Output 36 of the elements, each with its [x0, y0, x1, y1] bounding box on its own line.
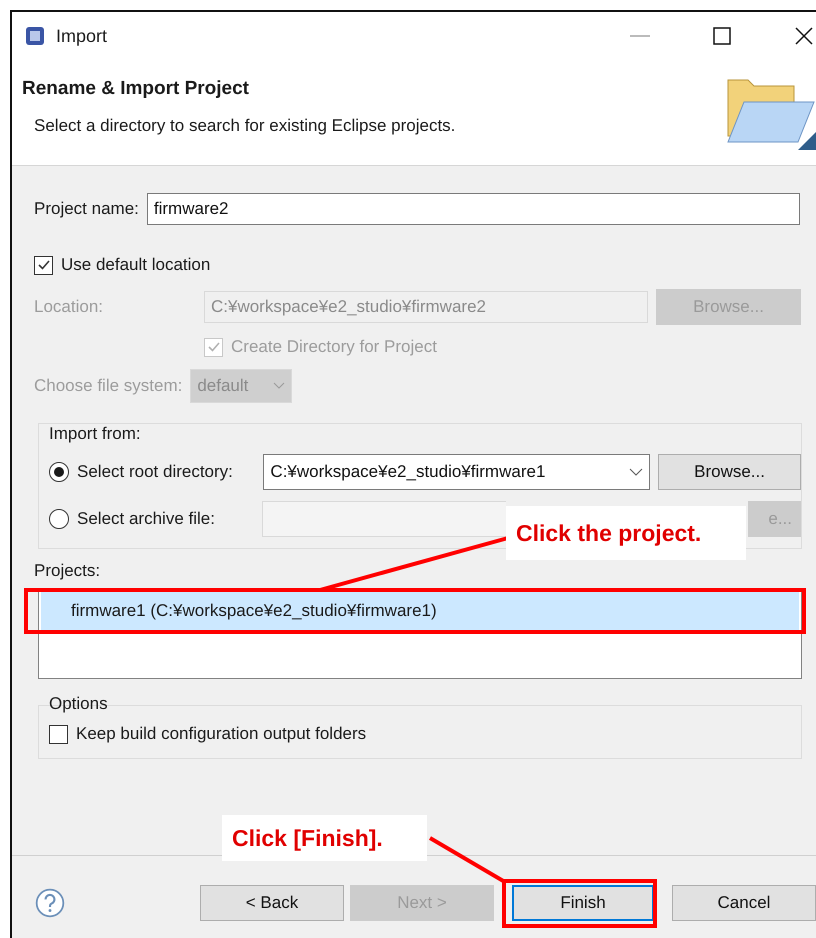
dropdown-value: C:¥workspace¥e2_studio¥firmware1 — [270, 462, 546, 482]
dialog-button[interactable]: < Back — [200, 884, 344, 920]
directory-dropdown[interactable]: C:¥workspace¥e2_studio¥firmware1 — [263, 454, 650, 490]
checkbox-label: Create Directory for Project — [231, 337, 437, 357]
checkbox-label: Use default location — [61, 255, 210, 275]
page-title: Rename & Import Project — [22, 78, 250, 100]
dialog-button[interactable]: Cancel — [672, 884, 816, 920]
group-title: Import from: — [49, 424, 142, 444]
chevron-down-icon — [629, 468, 644, 476]
checkbox[interactable] — [34, 256, 53, 274]
callout-text: Click [Finish]. — [222, 815, 427, 861]
group-title: Options — [49, 694, 109, 714]
page-description: Select a directory to search for existing Eclipse projects. — [34, 116, 456, 136]
field-label: Project name: — [34, 199, 139, 219]
callout-text: Click the project. — [506, 506, 746, 560]
checkmark-icon — [36, 258, 50, 272]
chevron-down-icon — [273, 382, 286, 390]
project-name-field[interactable]: firmware2 — [146, 193, 800, 225]
radio-button[interactable] — [49, 462, 69, 482]
window-title: Import — [56, 26, 108, 46]
maximize-icon — [713, 27, 731, 45]
project-item[interactable]: firmware1 (C:¥workspace¥e2_studio¥firmware1) — [41, 592, 799, 630]
field-label: Choose file system: — [34, 376, 182, 396]
close-icon — [795, 27, 813, 45]
dialog-button[interactable]: Finish — [512, 884, 654, 920]
radio-button[interactable] — [49, 508, 69, 528]
minimize-icon — [630, 35, 650, 37]
field-label: Location: — [34, 297, 104, 317]
checkbox[interactable] — [49, 724, 68, 744]
checkbox-label: Keep build configuration output folders — [76, 724, 366, 744]
list-label: Projects: — [34, 561, 102, 581]
app-icon — [24, 25, 46, 47]
checkmark-icon — [206, 340, 220, 354]
radio-label: Select archive file: — [77, 508, 216, 528]
radio-label: Select root directory: — [77, 462, 234, 482]
browse-button[interactable]: Browse... — [658, 454, 801, 490]
